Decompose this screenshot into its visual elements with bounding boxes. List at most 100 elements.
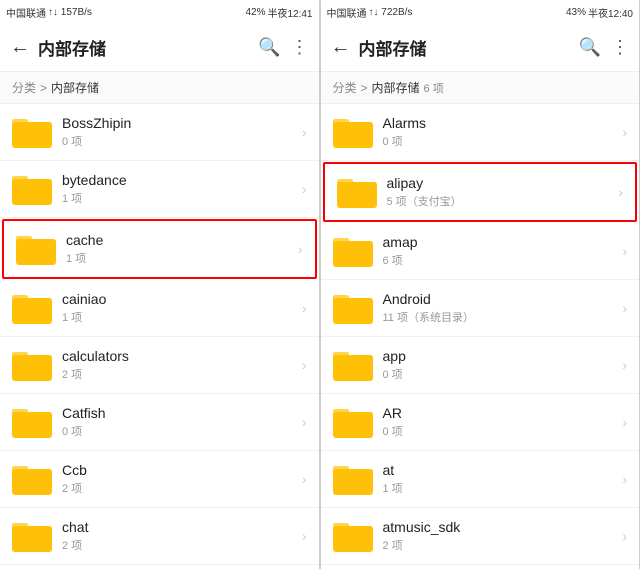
chevron-icon: › (302, 300, 307, 316)
search-icon-left[interactable]: 🔍 (258, 37, 280, 58)
file-count: 1 项 (62, 309, 302, 325)
list-item[interactable]: CloudPC › (0, 565, 319, 569)
list-item[interactable]: at 1 项 › (321, 451, 640, 508)
list-item[interactable]: alipay 5 项（支付宝） › (323, 162, 638, 222)
breadcrumb-count-right: 6 项 (424, 80, 444, 96)
file-count: 2 项 (62, 480, 302, 496)
folder-icon (12, 347, 52, 383)
list-item[interactable]: BossZhipin 0 项 › (0, 104, 319, 161)
file-info: bytedance 1 项 (62, 172, 302, 206)
folder-icon (12, 404, 52, 440)
carrier-left: 中国联通 (6, 5, 46, 20)
list-item[interactable]: Ccb 2 项 › (0, 451, 319, 508)
list-item[interactable]: Android 11 项（系统目录） › (321, 280, 640, 337)
file-info: Alarms 0 项 (383, 115, 623, 149)
search-icon-right[interactable]: 🔍 (579, 37, 601, 58)
panel-left: 中国联通 ↑↓ 157B/s 42% 半夜12:41 ← 内部存储 🔍 ⋮ 分类… (0, 0, 320, 569)
chevron-icon: › (302, 124, 307, 140)
file-info: cache 1 项 (66, 232, 298, 266)
file-name: bytedance (62, 172, 302, 188)
folder-icon (12, 114, 52, 150)
file-info: at 1 项 (383, 462, 623, 496)
breadcrumb-current-right: 内部存储 (372, 79, 420, 96)
file-info: Ccb 2 项 (62, 462, 302, 496)
file-info: amap 6 项 (383, 234, 623, 268)
chevron-icon: › (622, 300, 627, 316)
file-info: chat 2 项 (62, 519, 302, 553)
title-right: 内部存储 (359, 35, 569, 60)
chevron-icon: › (302, 181, 307, 197)
file-count: 1 项 (66, 250, 298, 266)
file-count: 5 项（支付宝） (387, 193, 619, 209)
file-count: 2 项 (62, 537, 302, 553)
list-item[interactable]: amap 6 项 › (321, 223, 640, 280)
list-item[interactable]: calculators 2 项 › (0, 337, 319, 394)
file-count: 0 项 (62, 423, 302, 439)
file-info: Android 11 项（系统目录） (383, 291, 623, 325)
list-item[interactable]: chat 2 项 › (0, 508, 319, 565)
folder-icon (333, 290, 373, 326)
file-name: calculators (62, 348, 302, 364)
back-button-left[interactable]: ← (10, 36, 30, 59)
title-left: 内部存储 (38, 35, 248, 60)
breadcrumb-current-left: 内部存储 (51, 79, 99, 96)
back-button-right[interactable]: ← (331, 36, 351, 59)
list-item[interactable]: AR 0 项 › (321, 394, 640, 451)
list-item[interactable]: cainiao 1 项 › (0, 280, 319, 337)
file-count: 2 项 (62, 366, 302, 382)
file-name: Catfish (62, 405, 302, 421)
file-name: chat (62, 519, 302, 535)
chevron-icon: › (298, 241, 303, 257)
folder-icon (333, 347, 373, 383)
panel-right: 中国联通 ↑↓ 722B/s 43% 半夜12:40 ← 内部存储 🔍 ⋮ 分类… (321, 0, 640, 569)
breadcrumb-sep-right: > (361, 81, 368, 95)
header-left: ← 内部存储 🔍 ⋮ (0, 24, 319, 72)
list-item[interactable]: Catfish 0 项 › (0, 394, 319, 451)
folder-icon (333, 461, 373, 497)
breadcrumb-category-right: 分类 (333, 79, 357, 96)
file-count: 1 项 (383, 480, 623, 496)
file-name: at (383, 462, 623, 478)
file-count: 2 项 (383, 537, 623, 553)
file-name: cainiao (62, 291, 302, 307)
file-name: BossZhipin (62, 115, 302, 131)
folder-icon (333, 114, 373, 150)
file-count: 0 项 (62, 133, 302, 149)
folder-icon (337, 174, 377, 210)
folder-icon (12, 461, 52, 497)
signal-left: ↑↓ 157B/s (48, 7, 92, 18)
chevron-icon: › (302, 471, 307, 487)
file-info: alipay 5 项（支付宝） (387, 175, 619, 209)
time-right: 半夜12:40 (588, 5, 633, 20)
list-item[interactable]: Alarms 0 项 › (321, 104, 640, 161)
breadcrumb-right: 分类 > 内部存储 6 项 (321, 72, 640, 104)
list-item[interactable]: cache 1 项 › (2, 219, 317, 279)
file-info: calculators 2 项 (62, 348, 302, 382)
list-item[interactable]: atmusic_sdk 2 项 › (321, 508, 640, 565)
carrier-right: 中国联通 (327, 5, 367, 20)
breadcrumb-left: 分类 > 内部存储 (0, 72, 319, 104)
list-item[interactable]: bytedance 1 项 › (0, 161, 319, 218)
folder-icon (333, 404, 373, 440)
file-name: amap (383, 234, 623, 250)
file-name: AR (383, 405, 623, 421)
file-name: Alarms (383, 115, 623, 131)
file-name: alipay (387, 175, 619, 191)
status-left: 中国联通 ↑↓ 157B/s (6, 5, 92, 20)
chevron-icon: › (622, 528, 627, 544)
more-icon-right[interactable]: ⋮ (611, 37, 629, 58)
chevron-icon: › (622, 243, 627, 259)
breadcrumb-category-left: 分类 (12, 79, 36, 96)
chevron-icon: › (622, 471, 627, 487)
chevron-icon: › (302, 357, 307, 373)
list-item[interactable]: app 0 项 › (321, 337, 640, 394)
status-bar-left: 中国联通 ↑↓ 157B/s 42% 半夜12:41 (0, 0, 319, 24)
file-info: AR 0 项 (383, 405, 623, 439)
chevron-icon: › (302, 528, 307, 544)
folder-icon (333, 233, 373, 269)
file-info: cainiao 1 项 (62, 291, 302, 325)
file-info: BossZhipin 0 项 (62, 115, 302, 149)
folder-icon (12, 290, 52, 326)
file-count: 1 项 (62, 190, 302, 206)
more-icon-left[interactable]: ⋮ (291, 37, 309, 58)
